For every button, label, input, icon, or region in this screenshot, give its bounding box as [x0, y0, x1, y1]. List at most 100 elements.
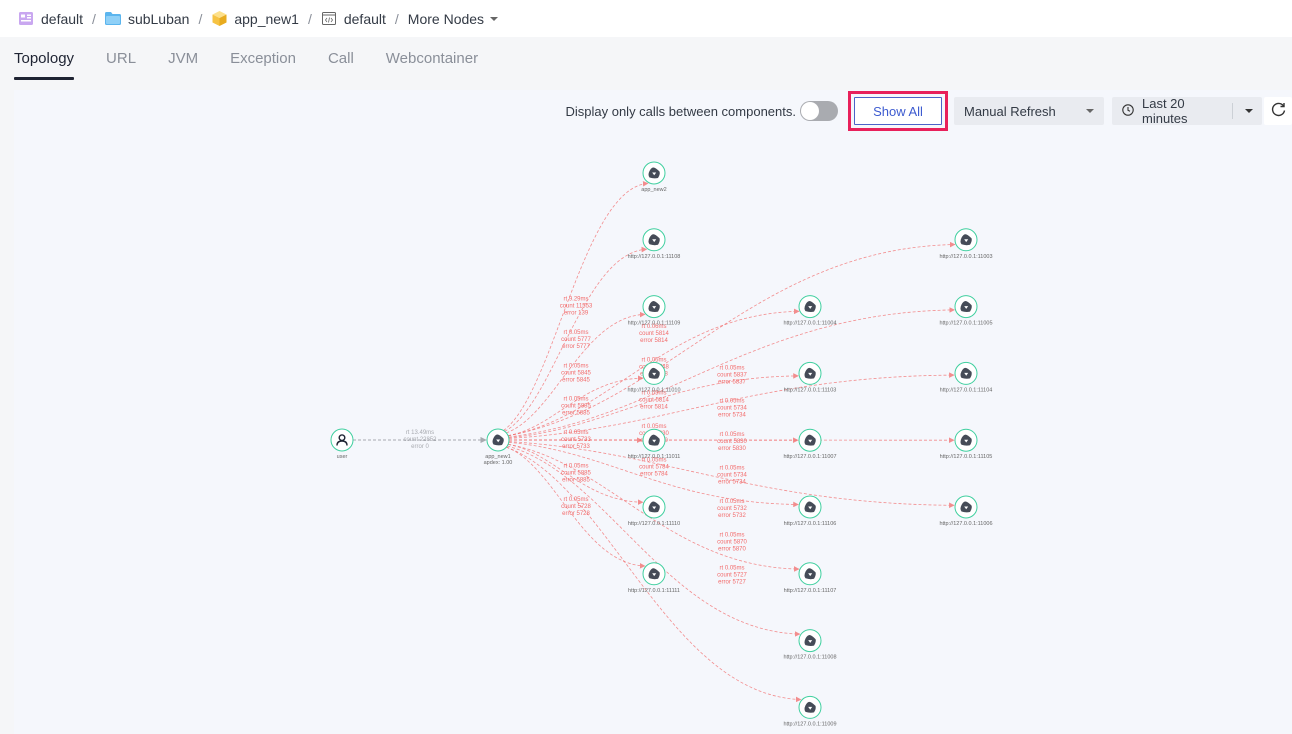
node-label: http://127.0.0.1:11003: [939, 254, 992, 260]
edge-error-text: error 5734: [718, 413, 746, 419]
edge-rt-text: rt 0.05ms: [563, 363, 588, 369]
node-label: http://127.0.0.1:11109: [628, 321, 681, 327]
edge-count-text: count 22852: [403, 437, 437, 443]
edge-count-text: count 5830: [717, 439, 747, 445]
topology-node-n11110[interactable]: http://127.0.0.1:11110: [628, 495, 680, 527]
edge-rt-text: rt 0.05ms: [719, 532, 744, 538]
edge-error-text: error 5885: [562, 411, 590, 417]
node-label: http://127.0.0.1:11008: [783, 655, 836, 661]
edge-rt-text: rt 0.05ms: [719, 499, 744, 505]
edge-metrics-label: rt 0.06mscount 5814error 5814: [639, 324, 669, 344]
node-apdex-label: apdex: 1.00: [484, 460, 513, 466]
topology-node-n11004[interactable]: http://127.0.0.1:11004: [783, 295, 837, 327]
edge-metrics-label: rt 0.05mscount 5885error 5885: [561, 397, 591, 417]
edge-count-text: count 5727: [717, 573, 747, 579]
node-label: http://127.0.0.1:11111: [628, 588, 680, 594]
edge-error-text: error 139: [564, 311, 589, 317]
edge-count-text: count 5814: [639, 331, 669, 337]
topology-node-n11111[interactable]: http://127.0.0.1:11111: [628, 562, 680, 594]
edge-count-text: count 5870: [717, 539, 747, 545]
edge-error-text: error 5870: [718, 546, 746, 552]
node-label: http://127.0.0.1:11010: [627, 387, 680, 393]
topology-node-n11109[interactable]: http://127.0.0.1:11109: [628, 295, 681, 327]
node-label: http://127.0.0.1:11004: [783, 321, 836, 327]
edge-metrics-label: rt 13.49mscount 22852error 0: [403, 430, 437, 450]
edge-metrics-label: rt 0.05mscount 5734error 5734: [717, 466, 747, 486]
node-label: user: [337, 454, 348, 460]
topology-graph: rt 13.49mscount 22852error 0rt 9.29mscou…: [330, 161, 993, 727]
topology-node-app_new2[interactable]: app_new2: [641, 161, 667, 193]
topology-node-n11106[interactable]: http://127.0.0.1:11106: [784, 495, 837, 527]
topology-node-n11007[interactable]: http://127.0.0.1:11007: [783, 428, 837, 460]
topology-node-n11103[interactable]: http://127.0.0.1:11103: [784, 361, 837, 393]
edge-metrics-label: rt 0.05mscount 5733error 5733: [561, 430, 591, 450]
edge-count-text: count 5845: [561, 370, 591, 376]
node-label: http://127.0.0.1:11104: [940, 387, 993, 393]
edge-count-text: count 5733: [561, 437, 591, 443]
node-label: http://127.0.0.1:11009: [783, 721, 836, 727]
topology-node-n11010[interactable]: http://127.0.0.1:11010: [627, 361, 681, 393]
edge-rt-text: rt 0.05ms: [719, 466, 744, 472]
edge-error-text: error 5814: [640, 338, 668, 344]
edge-rt-text: rt 0.05ms: [563, 430, 588, 436]
edge-metrics-label: rt 9.29mscount 11553error 139: [560, 297, 593, 317]
edge-error-text: error 5777: [562, 344, 590, 350]
topology-node-n11104[interactable]: http://127.0.0.1:11104: [940, 361, 993, 393]
topology-node-n11011[interactable]: http://127.0.0.1:11011: [628, 428, 681, 460]
topology-node-n11006[interactable]: http://127.0.0.1:11006: [939, 495, 993, 527]
edge-error-text: error 5732: [718, 513, 746, 519]
edge-rt-text: rt 0.05ms: [719, 566, 744, 572]
edge-metrics-label: rt 0.05mscount 5732error 5732: [717, 499, 747, 519]
edge-count-text: count 5734: [717, 473, 747, 479]
edge-count-text: count 5814: [639, 398, 669, 404]
edge-metrics-label: rt 0.05mscount 5845error 5845: [561, 363, 591, 383]
edge-count-text: count 5784: [639, 465, 669, 471]
edge-error-text: error 5830: [718, 446, 746, 452]
topology-node-n11108[interactable]: http://127.0.0.1:11108: [628, 228, 681, 260]
edge-rt-text: rt 0.05ms: [563, 397, 588, 403]
edge-error-text: error 5845: [562, 377, 590, 383]
edge-count-text: count 5732: [717, 506, 747, 512]
node-label: http://127.0.0.1:11006: [939, 521, 992, 527]
node-label: http://127.0.0.1:11106: [784, 521, 837, 527]
topology-node-n11009[interactable]: http://127.0.0.1:11009: [783, 695, 837, 727]
edge-rt-text: rt 0.05ms: [719, 432, 744, 438]
topology-node-n11005[interactable]: http://127.0.0.1:11005: [939, 295, 993, 327]
edge-error-text: error 5728: [562, 511, 590, 517]
edge-rt-text: rt 0.05ms: [719, 365, 744, 371]
edge-error-text: error 5733: [562, 444, 590, 450]
edge-error-text: error 5734: [718, 480, 746, 486]
edge-rt-text: rt 0.05ms: [563, 330, 588, 336]
edge-metrics-label: rt 0.05mscount 5885error 5885: [561, 464, 591, 484]
topology-node-n11008[interactable]: http://127.0.0.1:11008: [783, 629, 837, 661]
node-label: http://127.0.0.1:11105: [940, 454, 993, 460]
edge-metrics-label: rt 0.05mscount 5728error 5728: [561, 497, 591, 517]
edge-metrics-label: rt 0.05mscount 5814error 5814: [639, 391, 669, 411]
topology-node-user[interactable]: user: [330, 428, 354, 460]
edge-rt-text: rt 13.49ms: [406, 430, 434, 436]
edge-error-text: error 0: [411, 444, 429, 450]
topology-node-n11107[interactable]: http://127.0.0.1:11107: [784, 562, 837, 594]
edge-metrics-label: rt 0.05mscount 5784error 5784: [639, 458, 669, 478]
node-label: http://127.0.0.1:11110: [628, 521, 680, 527]
topology-node-n11003[interactable]: http://127.0.0.1:11003: [939, 228, 993, 260]
edge-metrics-label: rt 0.05mscount 5837error 5837: [717, 365, 747, 385]
node-label: http://127.0.0.1:11107: [784, 588, 837, 594]
edge-metrics-label: rt 0.05mscount 5734error 5734: [717, 399, 747, 419]
edge-metrics-label: rt 0.05mscount 5870error 5870: [717, 532, 747, 552]
edge-error-text: error 5784: [640, 472, 668, 478]
node-label: http://127.0.0.1:11007: [783, 454, 836, 460]
edge-count-text: count 5777: [561, 337, 591, 343]
edge-metrics-label: rt 0.05mscount 5777error 5777: [561, 330, 591, 350]
edge-count-text: count 5728: [561, 504, 591, 510]
edge-count-text: count 5837: [717, 372, 747, 378]
edge-count-text: count 5885: [561, 471, 591, 477]
edge-metrics-label: rt 0.05mscount 5727error 5727: [717, 566, 747, 586]
topology-node-n11105[interactable]: http://127.0.0.1:11105: [940, 428, 993, 460]
edge-metrics-label: rt 0.05mscount 5830error 5830: [717, 432, 747, 452]
edge-error-text: error 5837: [718, 379, 746, 385]
edge-count-text: count 5885: [561, 404, 591, 410]
node-label: http://127.0.0.1:11005: [939, 321, 992, 327]
edge-rt-text: rt 9.29ms: [563, 297, 588, 303]
edge-rt-text: rt 0.05ms: [719, 399, 744, 405]
